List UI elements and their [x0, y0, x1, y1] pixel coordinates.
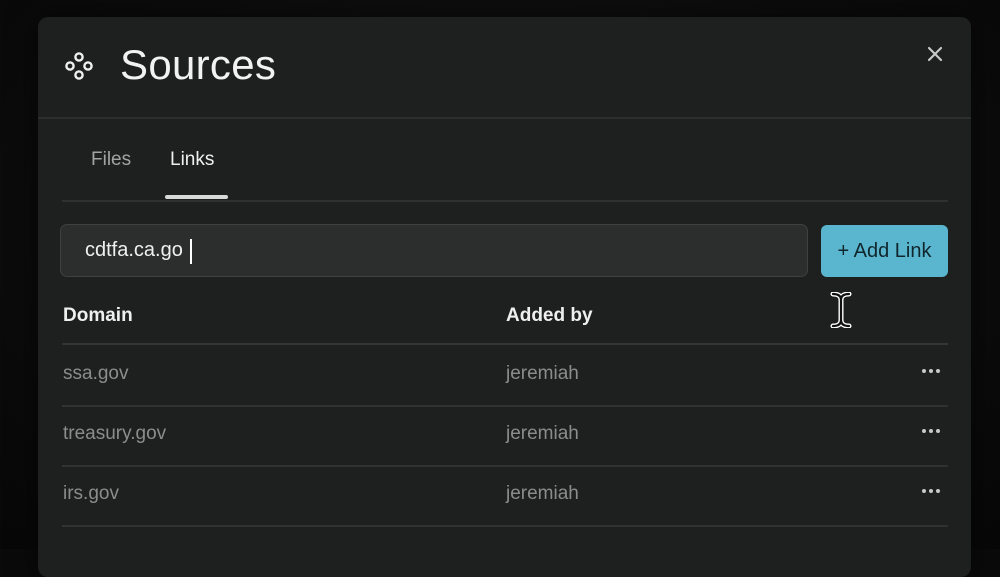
more-horizontal-icon[interactable] [918, 420, 944, 442]
table-row: irs.gov jeremiah [62, 465, 948, 527]
added-by-cell: jeremiah [506, 423, 579, 444]
link-input[interactable] [60, 224, 808, 277]
column-header-domain: Domain [63, 305, 133, 326]
domain-cell: treasury.gov [63, 423, 167, 444]
active-tab-indicator [165, 195, 228, 199]
modal-title: Sources [120, 41, 277, 88]
domain-cell: ssa.gov [63, 363, 129, 384]
tab-links[interactable]: Links [170, 148, 214, 172]
tab-bar: Files Links [62, 118, 948, 202]
text-cursor-icon [829, 291, 853, 329]
more-horizontal-icon[interactable] [918, 480, 944, 502]
dots-cluster-icon [63, 50, 95, 82]
add-link-button[interactable]: + Add Link [821, 225, 948, 277]
domain-cell: irs.gov [63, 483, 119, 504]
added-by-cell: jeremiah [506, 483, 579, 504]
text-caret [190, 239, 192, 264]
tab-files[interactable]: Files [91, 148, 131, 172]
modal-header: Sources [38, 17, 971, 119]
column-header-added-by: Added by [506, 305, 593, 326]
close-icon[interactable] [922, 41, 948, 67]
added-by-cell: jeremiah [506, 363, 579, 384]
more-horizontal-icon[interactable] [918, 360, 944, 382]
table-row: ssa.gov jeremiah [62, 345, 948, 407]
table-row: treasury.gov jeremiah [62, 405, 948, 467]
